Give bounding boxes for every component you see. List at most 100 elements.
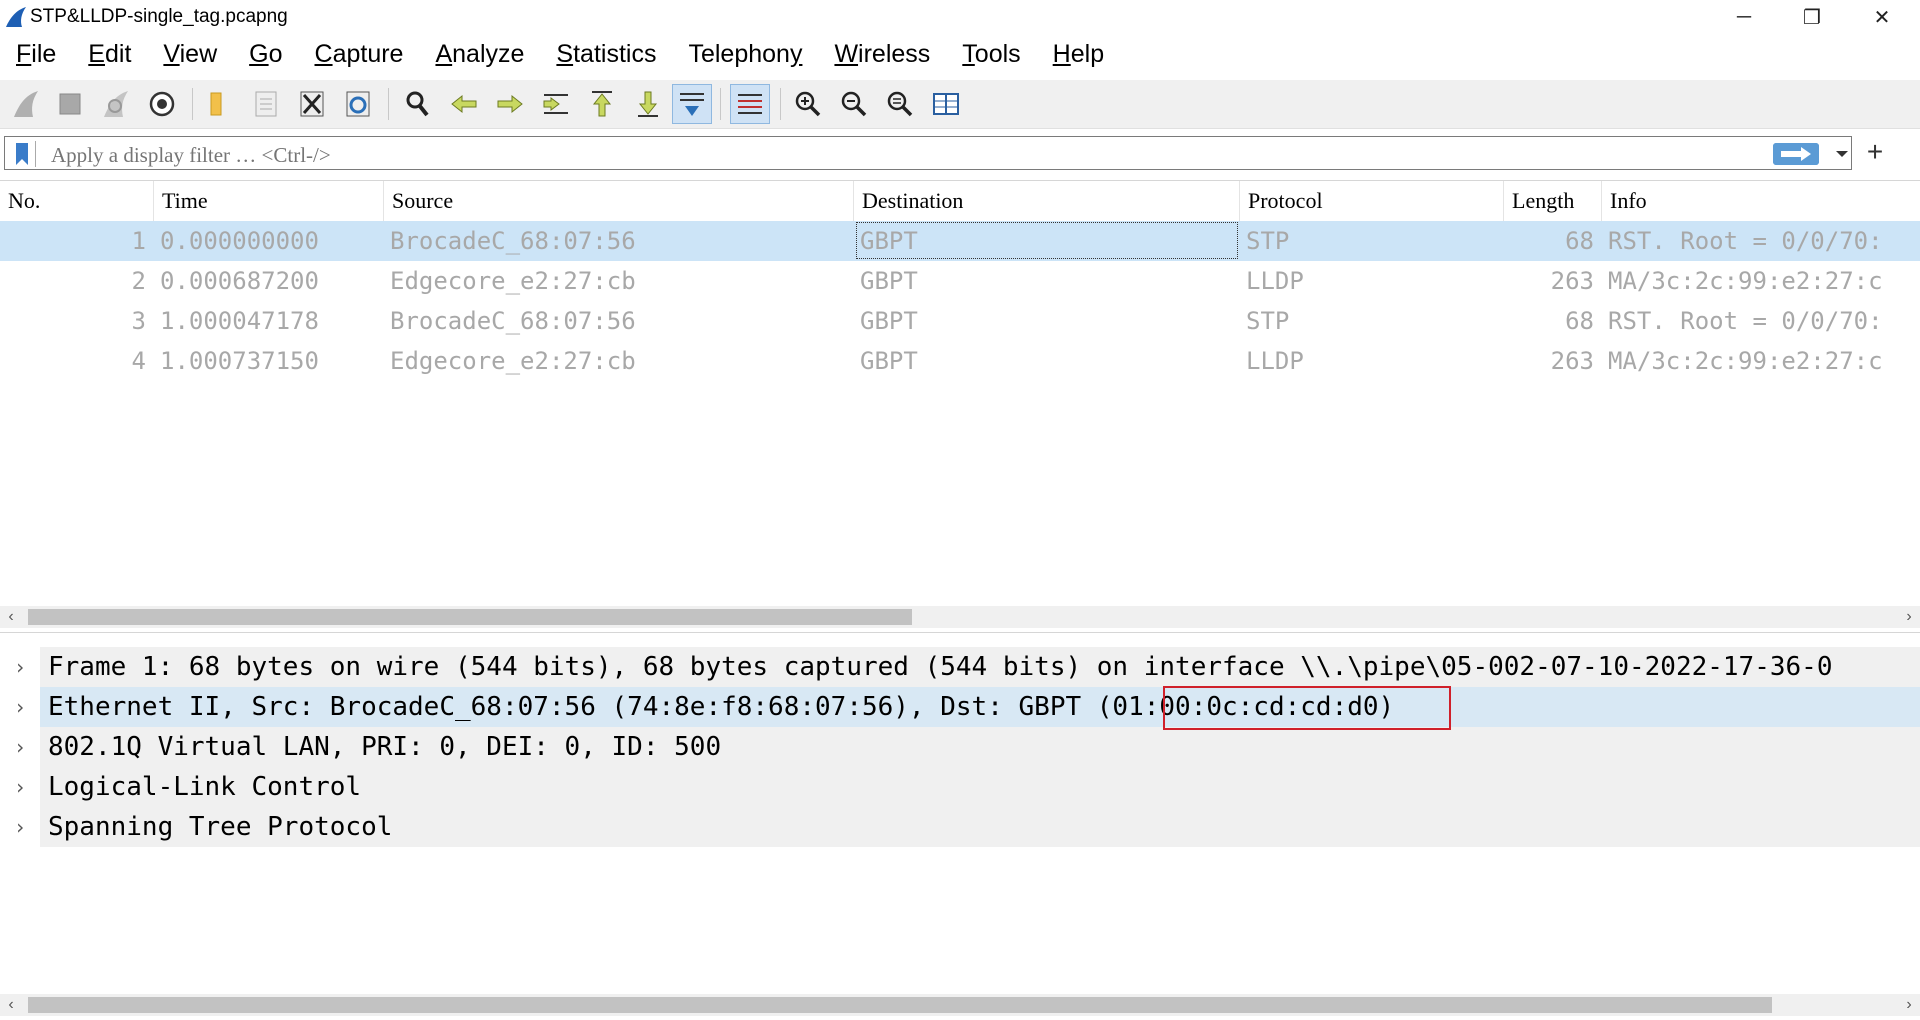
column-header-source[interactable]: Source	[384, 181, 854, 221]
column-header-no[interactable]: No.	[0, 181, 154, 221]
packet-cell-protocol: STP	[1246, 227, 1290, 255]
go-back-arrow-icon[interactable]	[444, 84, 484, 124]
column-header-length[interactable]: Length	[1504, 181, 1602, 221]
go-to-packet-icon[interactable]	[536, 84, 576, 124]
capture-options-gear-icon[interactable]	[142, 84, 182, 124]
minimize-button[interactable]: ─	[1712, 0, 1776, 34]
scroll-right-arrow-icon[interactable]: ›	[1898, 994, 1920, 1016]
packet-row[interactable]: 1 0.000000000 BrocadeC_68:07:56 GBPT STP 68 RS…	[0, 221, 1920, 261]
menu-statistics[interactable]: Statistics	[556, 40, 656, 69]
menu-analyze[interactable]: Analyze	[435, 40, 524, 69]
expand-chevron-icon[interactable]: ›	[14, 647, 26, 687]
find-packet-icon[interactable]	[398, 84, 438, 124]
packet-cell-destination: GBPT	[860, 347, 918, 375]
window-title: STP&LLDP-single_tag.pcapng	[30, 6, 288, 27]
focused-cell-outline	[856, 222, 1238, 259]
close-button[interactable]: ✕	[1850, 0, 1914, 34]
expand-chevron-icon[interactable]: ›	[14, 807, 26, 847]
scroll-thumb[interactable]	[28, 609, 912, 625]
menu-capture[interactable]: Capture	[315, 40, 404, 69]
open-file-folder-icon[interactable]	[200, 84, 240, 124]
expand-chevron-icon[interactable]: ›	[14, 727, 26, 767]
go-forward-arrow-icon[interactable]	[490, 84, 530, 124]
menu-help[interactable]: Help	[1053, 40, 1104, 69]
packet-cell-length: 68	[1565, 227, 1594, 255]
column-header-info[interactable]: Info	[1602, 181, 1920, 221]
start-capture-fin-icon[interactable]	[6, 84, 46, 124]
display-filter-bar	[0, 134, 1920, 174]
menu-label-part: elp	[1070, 39, 1105, 68]
go-first-packet-icon[interactable]	[582, 84, 622, 124]
menu-wireless[interactable]: Wireless	[834, 40, 930, 69]
packet-details-pane: › Frame 1: 68 bytes on wire (544 bits), 6…	[0, 632, 1920, 991]
packet-cell-info: RST. Root = 0/0/70:	[1608, 227, 1883, 255]
restore-button[interactable]: ❐	[1780, 0, 1844, 34]
scroll-right-arrow-icon[interactable]: ›	[1898, 606, 1920, 628]
detail-tree-item[interactable]: › Ethernet II, Src: BrocadeC_68:07:56 (74…	[0, 687, 1920, 727]
packet-cell-source: BrocadeC_68:07:56	[390, 227, 636, 255]
scroll-left-arrow-icon[interactable]: ‹	[0, 606, 22, 628]
packet-cell-source: BrocadeC_68:07:56	[390, 307, 636, 335]
zoom-out-icon[interactable]	[834, 84, 874, 124]
scroll-left-arrow-icon[interactable]: ‹	[0, 994, 22, 1016]
packet-cell-no: 4	[131, 347, 146, 375]
menu-mnemonic: S	[556, 39, 574, 68]
stop-capture-icon[interactable]	[50, 84, 90, 124]
add-filter-button-plus-icon[interactable]: +	[1862, 136, 1888, 168]
column-header-time[interactable]: Time	[154, 181, 384, 221]
filter-history-dropdown-icon[interactable]	[1831, 143, 1853, 165]
menu-go[interactable]: Go	[249, 40, 282, 69]
apply-filter-arrow-icon[interactable]	[1773, 143, 1819, 165]
packet-cell-source: Edgecore_e2:27:cb	[390, 267, 636, 295]
menu-view[interactable]: View	[163, 40, 217, 69]
menu-mnemonic: V	[163, 39, 180, 68]
main-toolbar	[0, 80, 1920, 129]
packet-cell-protocol: STP	[1246, 307, 1290, 335]
detail-tree-label: 802.1Q Virtual LAN, PRI: 0, DEI: 0, ID: …	[48, 732, 722, 762]
detail-tree-item[interactable]: › Spanning Tree Protocol	[0, 807, 1920, 847]
menu-label-part: iew	[179, 39, 218, 68]
zoom-in-icon[interactable]	[788, 84, 828, 124]
menu-file[interactable]: File	[16, 40, 56, 69]
column-header-protocol[interactable]: Protocol	[1240, 181, 1504, 221]
packet-cell-length: 263	[1550, 267, 1594, 295]
expand-chevron-icon[interactable]: ›	[14, 767, 26, 807]
menu-mnemonic: y	[789, 39, 803, 68]
packet-row[interactable]: 4 1.000737150 Edgecore_e2:27:cb GBPT LLDP 263…	[0, 341, 1920, 381]
restart-capture-icon[interactable]	[96, 84, 136, 124]
packet-cell-destination: GBPT	[860, 267, 918, 295]
menu-label-part: dit	[104, 39, 132, 68]
detail-tree-item[interactable]: › Logical-Link Control	[0, 767, 1920, 807]
normal-size-icon[interactable]	[880, 84, 920, 124]
details-hscrollbar[interactable]: ‹ ›	[0, 994, 1920, 1016]
autoscroll-icon[interactable]	[672, 84, 712, 124]
column-header-destination[interactable]: Destination	[854, 181, 1240, 221]
save-file-icon[interactable]	[246, 84, 286, 124]
filter-bookmark-icon[interactable]	[9, 141, 36, 167]
resize-columns-icon[interactable]	[926, 84, 966, 124]
menu-edit[interactable]: Edit	[88, 40, 131, 69]
packet-cell-length: 68	[1565, 307, 1594, 335]
menu-label-part: nalyze	[452, 39, 525, 68]
packet-row[interactable]: 3 1.000047178 BrocadeC_68:07:56 GBPT STP 68 RS…	[0, 301, 1920, 341]
menu-telephony[interactable]: Telephony	[688, 40, 802, 69]
scroll-thumb[interactable]	[28, 997, 1772, 1013]
detail-tree-label: Logical-Link Control	[48, 772, 362, 802]
menu-label-part: o	[268, 39, 283, 68]
detail-tree-item[interactable]: › Frame 1: 68 bytes on wire (544 bits), 6…	[0, 647, 1920, 687]
packet-list-hscrollbar[interactable]: ‹ ›	[0, 606, 1920, 628]
detail-tree-item[interactable]: › 802.1Q Virtual LAN, PRI: 0, DEI: 0, ID:…	[0, 727, 1920, 767]
packet-row[interactable]: 2 0.000687200 Edgecore_e2:27:cb GBPT LLDP 263…	[0, 261, 1920, 301]
close-file-icon[interactable]	[292, 84, 332, 124]
colorize-packet-list-icon[interactable]	[730, 84, 770, 124]
expand-chevron-icon[interactable]: ›	[14, 687, 26, 727]
packet-cell-no: 3	[131, 307, 146, 335]
wireshark-fin-icon	[6, 7, 26, 27]
reload-file-icon[interactable]	[338, 84, 378, 124]
detail-tree-label: Frame 1: 68 bytes on wire (544 bits), 68…	[48, 652, 1833, 682]
menu-label-part: ireless	[858, 39, 931, 68]
menu-tools[interactable]: Tools	[962, 40, 1020, 69]
display-filter-input[interactable]	[49, 140, 1753, 170]
menu-label-part: Telephon	[688, 39, 790, 68]
go-last-packet-icon[interactable]	[628, 84, 668, 124]
